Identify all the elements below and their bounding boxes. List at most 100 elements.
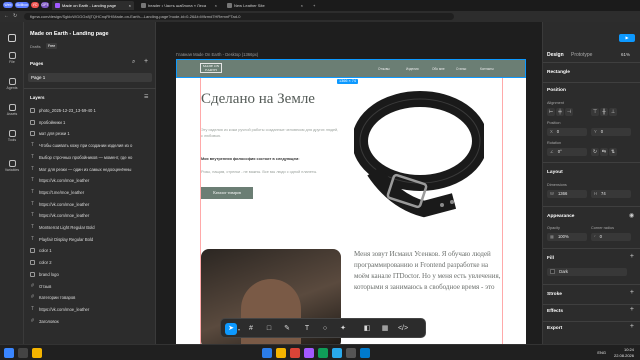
layer-item[interactable]: Thttps://vk.com/moe_leather: [30, 176, 152, 185]
export-header[interactable]: Export: [547, 326, 562, 331]
layer-item[interactable]: T Montserrat Light Regular Bold: [30, 223, 152, 232]
element-type[interactable]: Rectangle: [547, 70, 570, 75]
hero-text-2[interactable]: Ризы, нащим, стрелки - не важны. Все мы …: [201, 169, 341, 175]
actions-icon[interactable]: ✦: [337, 323, 349, 335]
layer-item[interactable]: T Чтобы сшивать кожу при создании изделия…: [30, 141, 152, 150]
align-top-icon[interactable]: ⊤: [591, 108, 599, 116]
layer-item[interactable]: # Отзыв: [30, 282, 152, 291]
layer-item[interactable]: photo_2025-12-23_13-59-40 1: [30, 106, 152, 115]
drafts-link[interactable]: Drafts: [30, 44, 41, 49]
menu-icon[interactable]: [8, 34, 16, 42]
add-fill-icon[interactable]: +: [630, 253, 634, 260]
about-text[interactable]: Меня зовут Исмаил Усенков. Я обучаю люде…: [354, 249, 504, 293]
hero-text[interactable]: Эту изделия из кожи ручной работы создан…: [201, 127, 341, 139]
rail-tools[interactable]: Tools: [0, 130, 24, 142]
rail-assets[interactable]: Assets: [0, 104, 24, 116]
rail-agents[interactable]: Agents: [0, 78, 24, 90]
bookmark-pill-skillbox[interactable]: Skillbox: [15, 2, 29, 8]
explorer-icon[interactable]: [32, 348, 42, 358]
edge-icon[interactable]: [262, 348, 272, 358]
layer-item[interactable]: Thttps://t.me/moe_leather: [30, 188, 152, 197]
telegram-icon[interactable]: [332, 348, 342, 358]
rail-file[interactable]: File: [0, 52, 24, 64]
x-field[interactable]: X0: [547, 128, 587, 136]
add-effect-icon[interactable]: +: [630, 306, 634, 313]
layer-item[interactable]: T Выбор строчных пробойников — момент, гд…: [30, 153, 152, 162]
close-icon[interactable]: ×: [215, 3, 217, 8]
belt-image[interactable]: [354, 81, 484, 231]
close-icon[interactable]: ×: [301, 3, 303, 8]
y-field[interactable]: Y0: [591, 128, 631, 136]
frame-tool-icon[interactable]: #: [245, 323, 257, 335]
layer-item[interactable]: T Playfair Display Regular Bold: [30, 235, 152, 244]
layer-item[interactable]: Thttps://vk.com/moe_leather: [30, 200, 152, 209]
language-indicator[interactable]: ENG: [597, 350, 606, 355]
rail-variables[interactable]: Variables: [0, 160, 24, 172]
layout-icon[interactable]: ▦: [379, 323, 391, 335]
layer-item[interactable]: пробойники 1: [30, 118, 152, 127]
align-center-icon[interactable]: ╪: [556, 108, 564, 116]
hero-title[interactable]: Сделано на Земле: [201, 91, 315, 108]
app-icon[interactable]: [346, 348, 356, 358]
layers-menu-icon[interactable]: ☰: [144, 94, 148, 100]
visibility-icon[interactable]: ◉: [629, 212, 634, 219]
bookmark-pill-web[interactable]: Web: [3, 2, 13, 8]
page-item[interactable]: Page 1: [28, 73, 152, 82]
layer-item[interactable]: Thttps://vk.com/moe_leather: [30, 211, 152, 220]
align-left-icon[interactable]: ⊢: [547, 108, 555, 116]
align-middle-icon[interactable]: ╫: [600, 108, 608, 116]
flip-h-icon[interactable]: ⇆: [600, 148, 608, 156]
url-input[interactable]: figma.com/design/SgklcWGGGx8jTQHCnqRH/Ma…: [24, 13, 454, 20]
radius-field[interactable]: ◜ 0: [591, 233, 631, 241]
effects-header[interactable]: Effects: [547, 309, 563, 314]
text-tool-icon[interactable]: T: [301, 323, 313, 335]
browser-tab-leather[interactable]: New Leather Site ×: [224, 1, 306, 10]
flip-v-icon[interactable]: ⇅: [609, 148, 617, 156]
layer-item[interactable]: # Заголовок: [30, 317, 152, 326]
layer-item[interactable]: color 1: [30, 246, 152, 255]
search-icon[interactable]: ⌕: [132, 59, 135, 66]
reload-icon[interactable]: ↻: [13, 13, 17, 19]
height-field[interactable]: H 74: [591, 190, 631, 198]
opacity-field[interactable]: ▦ 100%: [547, 233, 587, 241]
close-icon[interactable]: ×: [129, 3, 131, 8]
code-icon[interactable]: </>: [397, 323, 409, 335]
shape-tool-icon[interactable]: □: [263, 323, 275, 335]
share-button[interactable]: ▶: [619, 34, 635, 42]
zoom-level[interactable]: 61%: [621, 52, 630, 57]
layer-item[interactable]: мат для резки 1: [30, 129, 152, 138]
rotate-icon[interactable]: ↻: [591, 148, 599, 156]
tab-design[interactable]: Design: [547, 52, 564, 58]
search-icon[interactable]: [18, 348, 28, 358]
start-icon[interactable]: [4, 348, 14, 358]
vscode-icon[interactable]: [360, 348, 370, 358]
frame-label[interactable]: Главная Made On Earth - Desktop (1366px): [176, 52, 258, 57]
stroke-header[interactable]: Stroke: [547, 292, 562, 297]
chrome-icon[interactable]: [290, 348, 300, 358]
tab-prototype[interactable]: Prototype: [571, 52, 592, 58]
new-tab-button[interactable]: +: [310, 1, 318, 10]
app-icon[interactable]: [318, 348, 328, 358]
rotation-field[interactable]: ∠ 0°: [547, 148, 587, 156]
layer-item[interactable]: brand logo: [30, 270, 152, 279]
add-export-icon[interactable]: +: [630, 323, 634, 330]
canvas[interactable]: Главная Made On Earth - Desktop (1366px)…: [156, 22, 542, 349]
browser-tab-header[interactable]: header • Часть шаблона « Леса ×: [138, 1, 220, 10]
back-icon[interactable]: ←: [4, 13, 9, 19]
chevron-down-icon[interactable]: ▾: [238, 327, 242, 332]
dev-mode-icon[interactable]: ◧: [361, 323, 373, 335]
hero-bold-text[interactable]: Моя внутренняя философия состоит в следу…: [201, 157, 300, 161]
browser-tab-figma[interactable]: Made on Earth - Landing page ×: [52, 1, 134, 10]
layer-item[interactable]: Thttps://vk.com/moe_leather: [30, 305, 152, 314]
file-title[interactable]: Made on Earth - Landing page: [30, 31, 109, 37]
site-header[interactable]: MADE ON EARTH Отзывы Изделия Обо мне Ста…: [176, 59, 526, 78]
figma-app-icon[interactable]: [304, 348, 314, 358]
align-right-icon[interactable]: ⊣: [565, 108, 573, 116]
layer-item[interactable]: color 2: [30, 258, 152, 267]
bookmark-pill-gpt[interactable]: GPT: [41, 2, 49, 8]
align-bottom-icon[interactable]: ⊥: [609, 108, 617, 116]
catalog-button[interactable]: Каталог товаров: [201, 187, 253, 199]
width-field[interactable]: W 1366: [547, 190, 587, 198]
folder-icon[interactable]: [276, 348, 286, 358]
bookmark-pill-us[interactable]: УС: [31, 2, 39, 8]
